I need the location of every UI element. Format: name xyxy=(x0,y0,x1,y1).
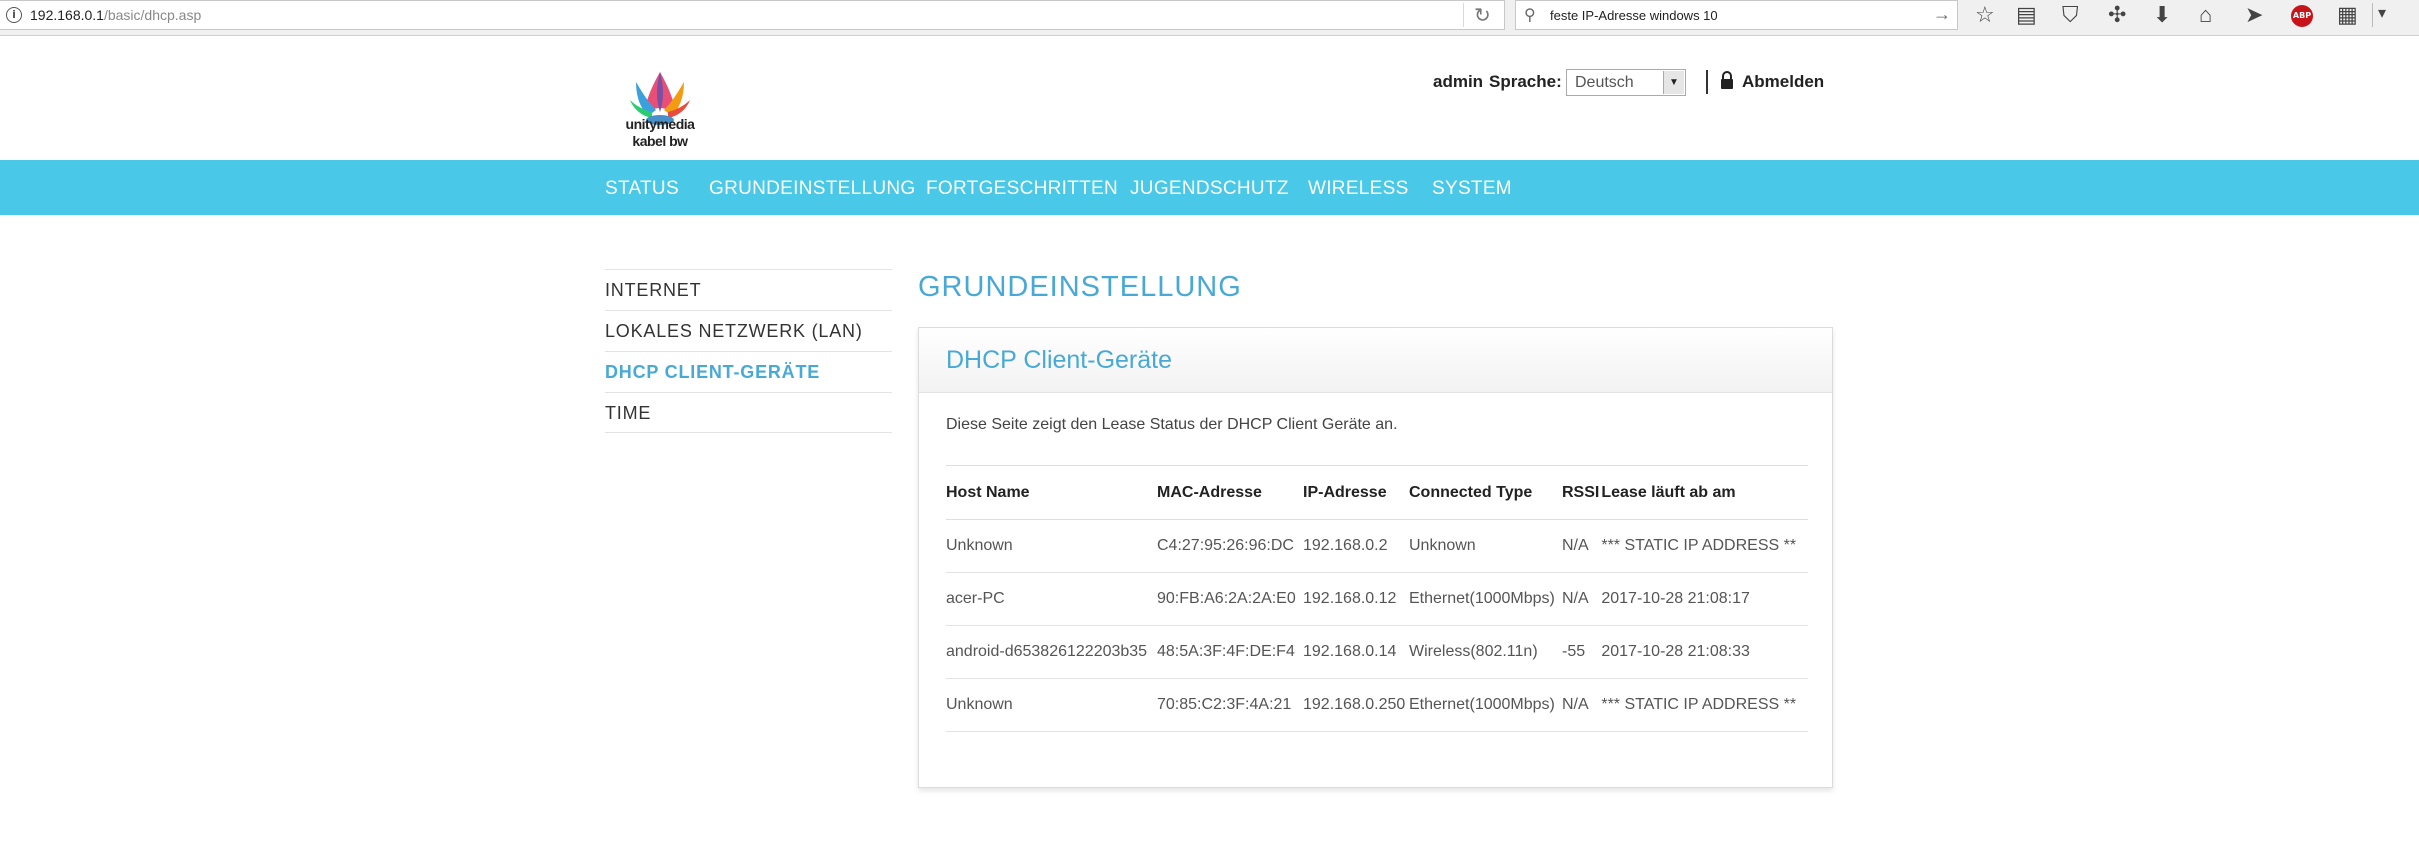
language-label: Sprache: xyxy=(1489,72,1562,91)
reload-icon[interactable]: ↻ xyxy=(1474,3,1491,28)
cell-connected-type: Unknown xyxy=(1409,519,1562,573)
search-bar[interactable]: ⚲ feste IP-Adresse windows 10 → xyxy=(1515,0,1958,30)
reading-list-icon[interactable]: ▤ xyxy=(2016,3,2037,27)
language-select[interactable]: Deutsch ▼ xyxy=(1566,69,1686,96)
cell-mac-address: 90:FB:A6:2A:2A:E0 xyxy=(1157,572,1303,626)
home-icon[interactable]: ⌂ xyxy=(2199,3,2212,27)
col-host-name: Host Name xyxy=(946,465,1157,520)
cell-lease-expiry: *** STATIC IP ADDRESS ** xyxy=(1601,678,1808,732)
table-row: Unknown 70:85:C2:3F:4A:21 192.168.0.250 … xyxy=(946,678,1808,732)
logout-link[interactable]: Abmelden xyxy=(1742,72,1824,92)
url-separator xyxy=(1463,3,1464,27)
main-nav: STATUS GRUNDEINSTELLUNG FORTGESCHRITTEN … xyxy=(0,160,2419,215)
cell-ip-address: 192.168.0.12 xyxy=(1303,572,1409,626)
browser-toolbar: i 192.168.0.1/basic/dhcp.asp ↻ ⚲ feste I… xyxy=(0,0,2419,36)
nav-wireless[interactable]: WIRELESS xyxy=(1308,178,1409,200)
language-value: Deutsch xyxy=(1575,74,1634,91)
cell-ip-address: 192.168.0.14 xyxy=(1303,625,1409,679)
extensions-grid-icon[interactable]: ▦ xyxy=(2337,3,2358,27)
cell-host-name: android-d653826122203b35 xyxy=(946,625,1157,679)
search-input[interactable]: feste IP-Adresse windows 10 xyxy=(1550,8,1718,23)
url-host: 192.168.0.1 xyxy=(30,7,104,23)
dropdown-arrow-icon[interactable]: ▼ xyxy=(1663,71,1684,94)
download-icon[interactable]: ⬇ xyxy=(2153,3,2171,27)
bookmark-star-icon[interactable]: ☆ xyxy=(1975,3,1995,27)
nav-jugendschutz[interactable]: JUGENDSCHUTZ xyxy=(1130,178,1289,200)
panel-header: DHCP Client-Geräte xyxy=(919,328,1832,393)
cell-lease-expiry: 2017-10-28 21:08:33 xyxy=(1601,625,1808,679)
brand-line-2: kabel bw xyxy=(632,133,688,149)
sidebar-item-dhcp-clients[interactable]: DHCP CLIENT-GERÄTE xyxy=(605,351,892,392)
search-icon: ⚲ xyxy=(1524,7,1536,24)
nav-system[interactable]: SYSTEM xyxy=(1432,178,1512,200)
search-go-icon[interactable]: → xyxy=(1933,4,1951,25)
url-path: /basic/dhcp.asp xyxy=(103,7,202,23)
cell-rssi: N/A xyxy=(1562,678,1602,732)
cell-mac-address: C4:27:95:26:96:DC xyxy=(1157,519,1303,573)
cell-connected-type: Ethernet(1000Mbps) xyxy=(1409,678,1562,732)
user-name: admin xyxy=(1433,72,1484,91)
cell-ip-address: 192.168.0.2 xyxy=(1303,519,1409,573)
dhcp-panel: DHCP Client-Geräte Diese Seite zeigt den… xyxy=(918,327,1833,788)
url-text[interactable]: 192.168.0.1/basic/dhcp.asp xyxy=(30,7,201,23)
col-mac-address: MAC-Adresse xyxy=(1157,465,1303,520)
cell-rssi: N/A xyxy=(1562,519,1602,573)
cell-host-name: Unknown xyxy=(946,678,1157,732)
translate-icon[interactable]: ✣ xyxy=(2108,3,2126,27)
cell-rssi: N/A xyxy=(1562,572,1602,626)
cell-host-name: acer-PC xyxy=(946,572,1157,626)
panel-description: Diese Seite zeigt den Lease Status der D… xyxy=(946,416,1398,433)
col-ip-address: IP-Adresse xyxy=(1303,465,1409,520)
page-title: GRUNDEINSTELLUNG xyxy=(918,271,1242,303)
col-connected-type: Connected Type xyxy=(1409,465,1562,520)
table-row: acer-PC 90:FB:A6:2A:2A:E0 192.168.0.12 E… xyxy=(946,572,1808,626)
cell-host-name: Unknown xyxy=(946,519,1157,573)
col-rssi: RSSI xyxy=(1562,465,1602,520)
table-row: Unknown C4:27:95:26:96:DC 192.168.0.2 Un… xyxy=(946,519,1808,573)
brand-text: unitymedia kabel bw xyxy=(606,116,714,150)
sidebar-item-lan[interactable]: LOKALES NETZWERK (LAN) xyxy=(605,310,892,351)
dhcp-client-table: Host Name MAC-Adresse IP-Adresse Connect… xyxy=(946,465,1808,732)
table-row: android-d653826122203b35 48:5A:3F:4F:DE:… xyxy=(946,625,1808,679)
nav-fortgeschritten[interactable]: FORTGESCHRITTEN xyxy=(926,178,1118,200)
overflow-menu-icon[interactable]: ▾ xyxy=(2378,3,2386,23)
cell-connected-type: Wireless(802.11n) xyxy=(1409,625,1562,679)
sidebar-item-time[interactable]: TIME xyxy=(605,392,892,433)
sidebar: INTERNET LOKALES NETZWERK (LAN) DHCP CLI… xyxy=(605,269,892,433)
lock-icon xyxy=(1721,71,1733,89)
cell-mac-address: 48:5A:3F:4F:DE:F4 xyxy=(1157,625,1303,679)
cell-lease-expiry: *** STATIC IP ADDRESS ** xyxy=(1601,519,1808,573)
col-lease-expiry: Lease läuft ab am xyxy=(1601,465,1808,520)
send-icon[interactable]: ➤ xyxy=(2245,3,2263,27)
nav-status[interactable]: STATUS xyxy=(605,178,679,200)
cell-lease-expiry: 2017-10-28 21:08:17 xyxy=(1601,572,1808,626)
cell-rssi: -55 xyxy=(1562,625,1602,679)
adblock-icon[interactable]: ABP xyxy=(2291,5,2313,27)
toolbar-separator xyxy=(2372,3,2373,27)
address-bar[interactable]: i 192.168.0.1/basic/dhcp.asp ↻ xyxy=(0,0,1505,30)
sidebar-item-internet[interactable]: INTERNET xyxy=(605,269,892,310)
cell-ip-address: 192.168.0.250 xyxy=(1303,678,1409,732)
table-header-row: Host Name MAC-Adresse IP-Adresse Connect… xyxy=(946,465,1808,520)
cell-mac-address: 70:85:C2:3F:4A:21 xyxy=(1157,678,1303,732)
cell-connected-type: Ethernet(1000Mbps) xyxy=(1409,572,1562,626)
info-icon[interactable]: i xyxy=(6,7,22,23)
pocket-icon[interactable]: ⛉ xyxy=(2062,3,2079,27)
nav-grundeinstellung[interactable]: GRUNDEINSTELLUNG xyxy=(709,178,915,200)
panel-title: DHCP Client-Geräte xyxy=(946,346,1173,374)
header-separator xyxy=(1706,70,1708,94)
brand-line-1: unitymedia xyxy=(625,116,695,132)
